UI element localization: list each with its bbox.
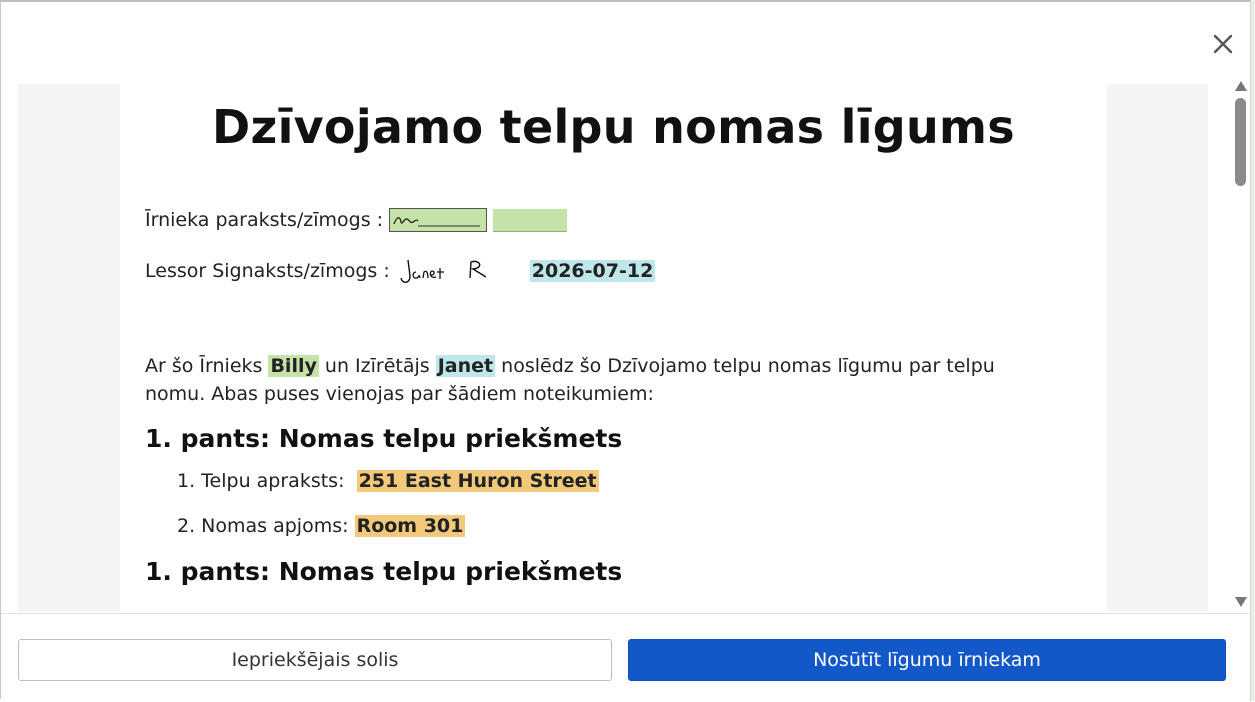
scrollbar-thumb[interactable]	[1235, 98, 1246, 186]
contract-dialog: Dzīvojamo telpu nomas līgums Īrnieka par…	[0, 0, 1252, 702]
scroll-down-arrow-icon[interactable]	[1234, 596, 1248, 608]
vertical-scrollbar[interactable]	[1231, 78, 1251, 614]
tenant-name: Billy	[268, 355, 319, 377]
intro-text-mid: un Izīrētājs	[324, 355, 430, 377]
document-page: Dzīvojamo telpu nomas līgums Īrnieka par…	[120, 84, 1107, 612]
background-window-edge	[1250, 0, 1255, 701]
list-item-label: 2. Nomas apjoms:	[177, 515, 349, 537]
lessor-handwritten-signature	[400, 259, 487, 283]
intro-paragraph: Ar šo Īrnieks Billy un Izīrētājs Janet n…	[145, 352, 1045, 408]
scroll-up-arrow-icon[interactable]	[1234, 80, 1248, 92]
previous-step-button[interactable]: Iepriekšējais solis	[18, 639, 612, 681]
signature-date: 2026-07-12	[529, 260, 656, 282]
lessor-signature-row: Lessor Signaksts/zīmogs : 2026-07-12	[145, 254, 656, 288]
tenant-signature-field[interactable]	[389, 208, 488, 232]
section-heading-1: 1. pants: Nomas telpu priekšmets	[145, 424, 623, 453]
dialog-footer: Iepriekšējais solis Nosūtīt līgumu īrnie…	[1, 613, 1252, 702]
signature-scribble-icon	[393, 217, 481, 227]
close-button[interactable]	[1207, 28, 1239, 60]
list-item: 1. Telpu apraksts: 251 East Huron Street	[177, 470, 599, 492]
tenant-stamp-field[interactable]	[493, 208, 568, 232]
premises-description-value: 251 East Huron Street	[356, 470, 599, 492]
lessor-signature-label: Lessor Signaksts/zīmogs :	[145, 260, 390, 282]
list-item: 2. Nomas apjoms: Room 301	[177, 515, 466, 537]
document-viewer[interactable]: Dzīvojamo telpu nomas līgums Īrnieka par…	[18, 84, 1208, 612]
tenant-signature-row: Īrnieka paraksts/zīmogs :	[145, 208, 568, 232]
tenant-signature-label: Īrnieka paraksts/zīmogs :	[145, 209, 384, 231]
close-icon	[1213, 34, 1233, 54]
rental-scope-value: Room 301	[354, 515, 466, 537]
list-item-label: 1. Telpu apraksts:	[177, 470, 345, 492]
intro-text-start: Ar šo Īrnieks	[145, 355, 263, 377]
send-to-tenant-button[interactable]: Nosūtīt līgumu īrniekam	[628, 639, 1226, 681]
document-title: Dzīvojamo telpu nomas līgums	[212, 100, 1015, 154]
lessor-name: Janet	[435, 355, 496, 377]
section-heading-2: 1. pants: Nomas telpu priekšmets	[145, 557, 623, 586]
